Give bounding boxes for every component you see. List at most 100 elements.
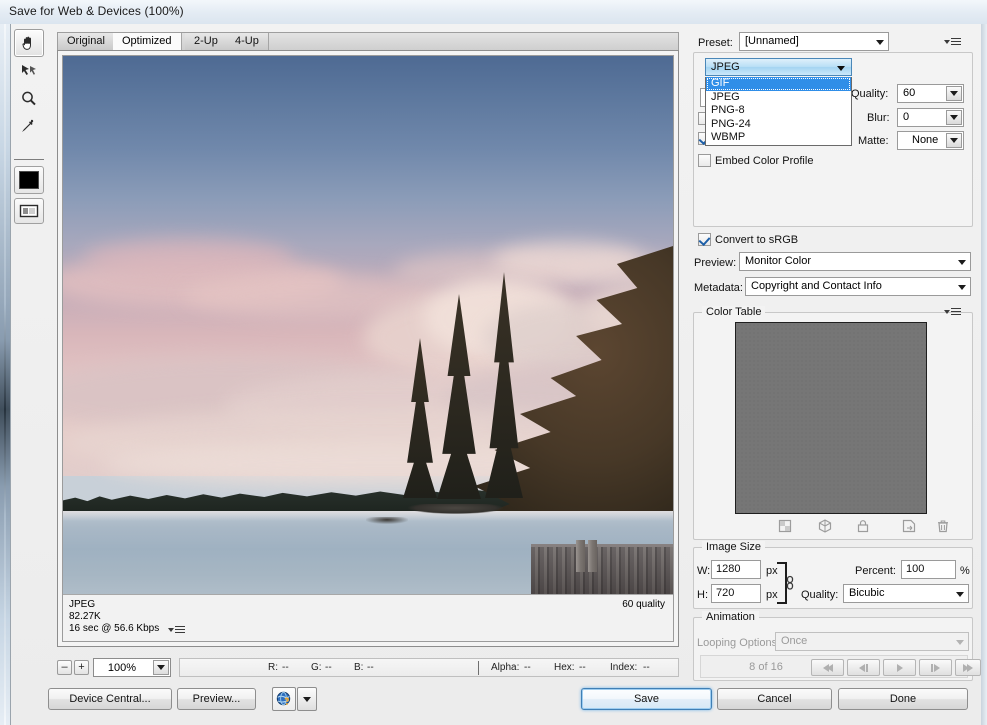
next-frame-button[interactable]	[919, 659, 952, 676]
info-flyout-menu-icon[interactable]	[168, 624, 186, 636]
readout-hex-label: Hex:	[554, 662, 575, 673]
info-download-time: 16 sec @ 56.6 Kbps	[69, 623, 159, 634]
zoom-level-value: 100%	[94, 662, 150, 674]
zoom-in-button[interactable]: +	[74, 660, 89, 675]
map-to-transparent-icon[interactable]	[777, 518, 793, 534]
preview-canvas[interactable]: JPEG 82.27K 16 sec @ 56.6 Kbps 60 qualit…	[62, 55, 674, 642]
color-readouts: R: -- G: -- B: -- Alpha: -- Hex: -- Inde…	[179, 658, 679, 677]
format-option-gif[interactable]: GIF	[706, 77, 851, 91]
done-button[interactable]: Done	[838, 688, 968, 710]
preview-label: Preview:	[694, 257, 736, 269]
matte-combobox[interactable]: None	[897, 131, 964, 150]
quality-value: 60	[903, 87, 915, 99]
delete-color-icon[interactable]	[935, 518, 951, 534]
color-table-title: Color Table	[702, 306, 765, 318]
tab-original[interactable]: Original	[58, 33, 115, 50]
percent-input[interactable]: 100	[901, 560, 956, 579]
resample-quality-combobox[interactable]: Bicubic	[843, 584, 969, 603]
readout-alpha-value: --	[524, 662, 531, 673]
play-button[interactable]	[883, 659, 916, 676]
color-table-swatch-area[interactable]	[735, 322, 927, 514]
file-format-value: JPEG	[711, 61, 740, 73]
format-option-wbmp[interactable]: WBMP	[706, 131, 851, 145]
preview-button[interactable]: Preview...	[177, 688, 256, 710]
readout-alpha-label: Alpha:	[491, 662, 519, 673]
foreground-color-swatch[interactable]	[14, 166, 44, 194]
zoom-level-combobox[interactable]: 100%	[93, 658, 171, 677]
quality-combobox[interactable]: 60	[897, 84, 964, 103]
readout-b-label: B:	[354, 662, 363, 673]
metadata-combobox[interactable]: Copyright and Contact Info	[745, 277, 971, 296]
format-option-png-24[interactable]: PNG-24	[706, 118, 851, 132]
info-format: JPEG	[69, 599, 95, 610]
chevron-down-icon	[958, 260, 966, 265]
web-shift-icon[interactable]	[817, 518, 833, 534]
color-table-flyout-menu-icon[interactable]	[944, 306, 962, 318]
device-central-button[interactable]: Device Central...	[48, 688, 172, 710]
file-format-combobox[interactable]: JPEG	[705, 58, 852, 76]
magnifier-icon	[20, 90, 38, 108]
width-input[interactable]: 1280	[711, 560, 761, 579]
optimization-info-bar: JPEG 82.27K 16 sec @ 56.6 Kbps 60 qualit…	[63, 594, 673, 641]
format-option-jpeg[interactable]: JPEG	[706, 91, 851, 105]
matte-label: Matte:	[858, 135, 889, 147]
height-input[interactable]: 720	[711, 584, 761, 603]
info-filesize: 82.27K	[69, 611, 101, 622]
preview-canvas-frame: JPEG 82.27K 16 sec @ 56.6 Kbps 60 qualit…	[57, 50, 679, 647]
readout-r-value: --	[282, 662, 289, 673]
readout-g-value: --	[325, 662, 332, 673]
readout-hex-value: --	[579, 662, 586, 673]
cancel-button[interactable]: Cancel	[717, 688, 832, 710]
settings-flyout-menu-icon[interactable]	[944, 36, 962, 48]
tab-optimized[interactable]: Optimized	[113, 33, 182, 50]
lock-color-icon[interactable]	[855, 518, 871, 534]
save-button[interactable]: Save	[581, 688, 712, 710]
view-tabs: Original Optimized 2-Up 4-Up	[57, 32, 679, 50]
format-option-png-8[interactable]: PNG-8	[706, 104, 851, 118]
blur-combobox[interactable]: 0	[897, 108, 964, 127]
chevron-down-icon[interactable]	[946, 86, 962, 101]
new-color-icon[interactable]	[901, 518, 917, 534]
eyedropper-icon	[20, 118, 38, 136]
hand-tool[interactable]	[14, 29, 44, 57]
preview-in-browser-button[interactable]	[272, 687, 296, 711]
window-left-decoration-inner	[4, 24, 6, 725]
preset-label: Preset:	[698, 37, 733, 49]
image-size-title: Image Size	[702, 541, 765, 553]
readout-r-label: R:	[268, 662, 278, 673]
rocks	[408, 504, 503, 514]
tab-2-up[interactable]: 2-Up	[185, 33, 228, 50]
slice-select-icon	[20, 62, 38, 80]
readout-index-label: Index:	[610, 662, 637, 673]
toggle-slices-visibility-button[interactable]	[14, 198, 44, 224]
width-label: W:	[697, 565, 710, 577]
metadata-label: Metadata:	[694, 282, 743, 294]
preview-browser-dropdown[interactable]	[297, 687, 317, 711]
readout-divider	[478, 661, 479, 675]
percent-unit: %	[960, 565, 970, 577]
chevron-down-icon[interactable]	[946, 110, 962, 125]
toolbox	[14, 29, 46, 169]
slice-select-tool[interactable]	[14, 57, 44, 85]
height-label: H:	[697, 589, 708, 601]
optimized-image-preview[interactable]	[63, 56, 673, 602]
preview-combobox[interactable]: Monitor Color	[739, 252, 971, 271]
preset-combobox[interactable]: [Unnamed]	[739, 32, 889, 51]
embed-color-profile-checkbox[interactable]	[698, 154, 711, 167]
zoom-dropdown-arrow-icon[interactable]	[153, 660, 169, 675]
toolbox-divider	[14, 159, 44, 160]
readout-g-label: G:	[311, 662, 322, 673]
zoom-tool[interactable]	[14, 85, 44, 113]
blur-label: Blur:	[867, 112, 890, 124]
zoom-out-button[interactable]: –	[57, 660, 72, 675]
slices-visibility-icon	[19, 203, 39, 219]
chain-link-icon[interactable]	[784, 575, 796, 591]
eyedropper-tool[interactable]	[14, 113, 44, 141]
file-format-dropdown-list[interactable]: GIF JPEG PNG-8 PNG-24 WBMP	[705, 77, 852, 146]
tab-4-up[interactable]: 4-Up	[226, 33, 269, 50]
chevron-down-icon[interactable]	[946, 133, 962, 148]
last-frame-button[interactable]	[955, 659, 981, 676]
first-frame-button[interactable]	[811, 659, 844, 676]
previous-frame-button[interactable]	[847, 659, 880, 676]
convert-to-srgb-checkbox[interactable]	[698, 233, 711, 246]
